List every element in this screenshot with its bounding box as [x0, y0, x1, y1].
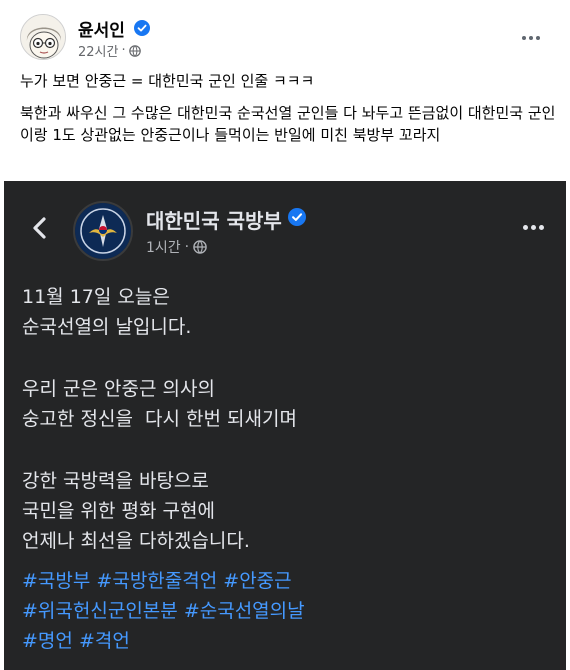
- text-line: 강한 국방력을 바탕으로: [22, 470, 209, 492]
- meta-separator: ·: [184, 239, 190, 255]
- post-caption-line-2: 북한과 싸우신 그 수많은 대한민국 순국선열 군인들 다 놔두고 뜬금없이 대…: [20, 104, 556, 144]
- chevron-left-icon[interactable]: [28, 215, 52, 241]
- hashtag-link[interactable]: #국방한줄격언: [96, 570, 217, 592]
- hashtag-row: #명언 #격언: [22, 626, 552, 656]
- embedded-post-screenshot: 대한민국 국방부 1시간 · 11월 17일 오늘은 순국선열의 날입니다. 우…: [4, 181, 566, 670]
- author-name[interactable]: 윤서인: [78, 16, 125, 41]
- paragraph: 강한 국방력을 바탕으로 국민을 위한 평화 구현에 언제나 최선을 다하겠습니…: [22, 466, 552, 556]
- post-meta: 22시간 ·: [78, 41, 141, 60]
- avatar[interactable]: [20, 14, 66, 60]
- dot: [522, 36, 526, 40]
- more-options-button[interactable]: [516, 28, 546, 48]
- more-options-button[interactable]: [516, 217, 550, 237]
- text-line: 11월 17일 오늘은: [22, 286, 170, 308]
- hashtag-link[interactable]: #위국헌신군인본분: [22, 600, 178, 622]
- hashtag-link[interactable]: #격언: [79, 630, 130, 652]
- ministry-avatar[interactable]: [73, 201, 133, 261]
- text-line: 순국선열의 날입니다.: [22, 316, 192, 338]
- ministry-emblem-icon: [75, 203, 131, 259]
- ministry-post-body: 11월 17일 오늘은 순국선열의 날입니다. 우리 군은 안중근 의사의 숭고…: [22, 282, 552, 556]
- post-time[interactable]: 22시간: [78, 41, 118, 60]
- hashtag-link[interactable]: #안중근: [223, 570, 291, 592]
- cartoon-avatar-icon: [21, 15, 65, 59]
- text-line: 국민을 위한 평화 구현에: [22, 500, 215, 522]
- verified-badge-icon: [288, 208, 306, 226]
- verified-badge-icon: [134, 20, 150, 36]
- dot: [536, 36, 540, 40]
- globe-icon[interactable]: [128, 44, 141, 57]
- post-header: 윤서인 22시간 ·: [0, 0, 570, 66]
- post-caption-line-1: 누가 보면 안중근 = 대한민국 군인 인줄 ㅋㅋㅋ: [20, 72, 315, 90]
- hashtag-list: #국방부 #국방한줄격언 #안중근 #위국헌신군인본분 #순국선열의날 #명언 …: [22, 566, 552, 656]
- hashtag-link[interactable]: #순국선열의날: [184, 600, 305, 622]
- hashtag-link[interactable]: #국방부: [22, 570, 90, 592]
- text-line: 우리 군은 안중근 의사의: [22, 378, 215, 400]
- dot: [530, 224, 536, 230]
- ministry-name[interactable]: 대한민국 국방부: [146, 205, 282, 234]
- paragraph: 우리 군은 안중근 의사의 숭고한 정신을 다시 한번 되새기며: [22, 374, 552, 434]
- text-line: 숭고한 정신을 다시 한번 되새기며: [22, 408, 297, 430]
- hashtag-row: #국방부 #국방한줄격언 #안중근: [22, 566, 552, 596]
- dot: [529, 36, 533, 40]
- hashtag-row: #위국헌신군인본분 #순국선열의날: [22, 596, 552, 626]
- text-line: 언제나 최선을 다하겠습니다.: [22, 530, 250, 552]
- meta-separator: ·: [121, 43, 126, 58]
- dot: [522, 224, 528, 230]
- paragraph: 11월 17일 오늘은 순국선열의 날입니다.: [22, 282, 552, 342]
- ministry-post-meta: 1시간 ·: [146, 237, 207, 257]
- hashtag-link[interactable]: #명언: [22, 630, 73, 652]
- globe-icon[interactable]: [193, 240, 207, 254]
- dot: [538, 224, 544, 230]
- ministry-post-time[interactable]: 1시간: [146, 237, 181, 257]
